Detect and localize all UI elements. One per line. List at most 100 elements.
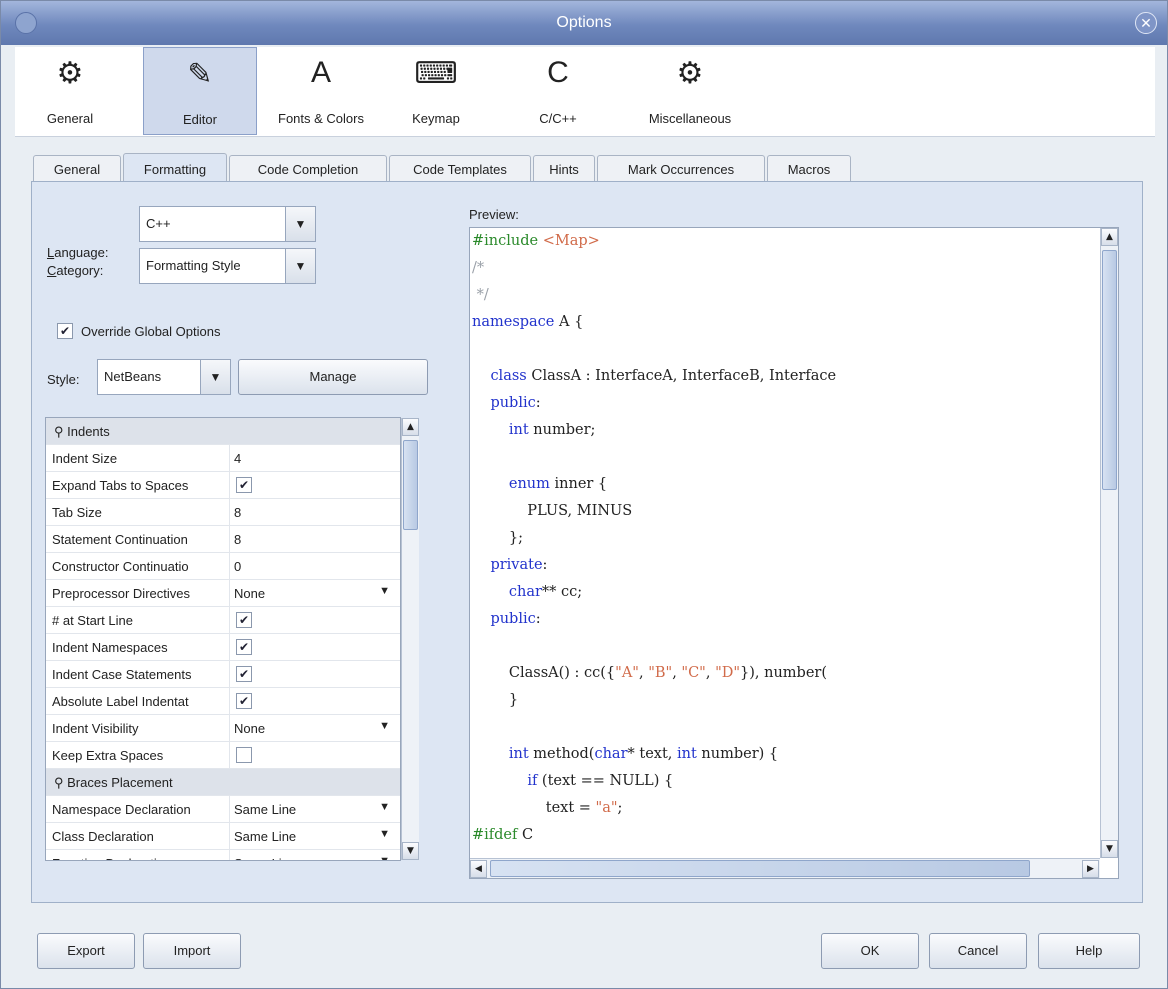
property-group-header[interactable]: ⚲ Indents bbox=[46, 418, 400, 445]
scroll-down-arrow[interactable]: ▼ bbox=[1101, 840, 1118, 858]
scroll-up-arrow[interactable]: ▲ bbox=[1101, 228, 1118, 246]
property-name: Tab Size bbox=[52, 505, 102, 520]
tab-code-completion[interactable]: Code Completion bbox=[229, 155, 387, 183]
property-row: Expand Tabs to Spaces ✔ bbox=[46, 472, 400, 499]
property-checkbox[interactable] bbox=[236, 747, 252, 763]
property-row: Absolute Label Indentat ✔ bbox=[46, 688, 400, 715]
property-value[interactable]: ✔ bbox=[229, 661, 400, 688]
chevron-down-icon[interactable]: ▼ bbox=[379, 585, 390, 597]
property-checkbox[interactable]: ✔ bbox=[236, 477, 252, 493]
code-line: ClassA() : cc({"A", "B", "C", "D"}), num… bbox=[472, 665, 828, 681]
property-value-text: None bbox=[234, 721, 266, 736]
scroll-up-arrow[interactable]: ▲ bbox=[402, 418, 419, 436]
property-row: Namespace Declaration Same Line ▼ bbox=[46, 796, 400, 823]
manage-button[interactable]: Manage bbox=[238, 359, 428, 395]
import-button[interactable]: Import bbox=[143, 933, 241, 969]
property-row: Preprocessor Directives None ▼ bbox=[46, 580, 400, 607]
h-scroll-thumb[interactable] bbox=[490, 860, 1030, 877]
property-value[interactable]: ✔ bbox=[229, 634, 400, 661]
category-general[interactable]: ⚙ General bbox=[23, 47, 117, 135]
group-label: ⚲ Braces Placement bbox=[54, 775, 173, 790]
property-name: Function Declaration bbox=[52, 856, 224, 860]
style-select[interactable]: NetBeans ▼ bbox=[97, 359, 231, 395]
scroll-down-arrow[interactable]: ▼ bbox=[402, 842, 419, 860]
chevron-down-icon: ▼ bbox=[285, 207, 315, 241]
property-value[interactable]: 0 bbox=[229, 553, 400, 580]
property-value[interactable]: Same Line ▼ bbox=[229, 796, 400, 823]
property-name: Statement Continuation bbox=[52, 532, 188, 547]
tab-formatting[interactable]: Formatting bbox=[123, 153, 227, 183]
category-label: Editor bbox=[183, 112, 217, 127]
property-value-text: Same Line bbox=[234, 802, 297, 817]
property-name: Namespace Declaration bbox=[52, 802, 191, 817]
category-editor[interactable]: ✎ Editor bbox=[143, 47, 257, 135]
property-value[interactable]: ✔ bbox=[229, 688, 400, 715]
preview-vscroll[interactable]: ▲ ▼ bbox=[1100, 228, 1118, 858]
category-c-c-[interactable]: C C/C++ bbox=[511, 47, 605, 135]
property-checkbox[interactable]: ✔ bbox=[236, 639, 252, 655]
property-value[interactable]: 8 bbox=[229, 526, 400, 553]
property-scrollbar[interactable]: ▲ ▼ bbox=[401, 418, 419, 860]
tab-mark-occurrences[interactable]: Mark Occurrences bbox=[597, 155, 765, 183]
scroll-left-arrow[interactable]: ◀ bbox=[470, 860, 487, 878]
tab-hints[interactable]: Hints bbox=[533, 155, 595, 183]
code-area: #include <Map> /* */ namespace A { class C… bbox=[470, 228, 1100, 858]
close-icon[interactable]: ✕ bbox=[1135, 12, 1157, 34]
code-line: int number; bbox=[508, 422, 596, 438]
style-value: NetBeans bbox=[104, 369, 162, 384]
chevron-down-icon: ▼ bbox=[200, 360, 230, 394]
code-line: */ bbox=[472, 287, 489, 303]
property-group-header[interactable]: ⚲ Braces Placement bbox=[46, 769, 400, 796]
property-value[interactable]: None ▼ bbox=[229, 715, 400, 742]
scroll-thumb[interactable] bbox=[1102, 250, 1117, 490]
property-name: Indent Size bbox=[52, 451, 118, 466]
property-value[interactable]: Same Line ▼ bbox=[229, 850, 400, 860]
property-name: Indent Namespaces bbox=[52, 640, 168, 655]
code-line: #include <Map> bbox=[472, 233, 600, 249]
category-toolbar: ⚙ General ✎ Editor A Fonts & Colors ⌨ Keymap C C/… bbox=[15, 47, 1155, 137]
property-value[interactable]: Same Line ▼ bbox=[229, 823, 400, 850]
property-name: Indent Visibility bbox=[52, 721, 139, 736]
category-select[interactable]: Formatting Style ▼ bbox=[139, 248, 316, 284]
ok-button[interactable]: OK bbox=[821, 933, 919, 969]
preview-hscroll[interactable]: ◀ ▶ bbox=[470, 858, 1100, 878]
scroll-right-arrow[interactable]: ▶ bbox=[1082, 860, 1099, 878]
property-name: Preprocessor Directives bbox=[52, 586, 190, 601]
property-value[interactable]: ✔ bbox=[229, 607, 400, 634]
category-keymap[interactable]: ⌨ Keymap bbox=[387, 47, 485, 135]
property-value[interactable] bbox=[229, 742, 400, 769]
chevron-down-icon[interactable]: ▼ bbox=[379, 801, 390, 813]
property-value[interactable]: ✔ bbox=[229, 472, 400, 499]
help-button[interactable]: Help bbox=[1038, 933, 1140, 969]
property-value-text: 4 bbox=[234, 451, 242, 466]
property-row: Indent Namespaces ✔ bbox=[46, 634, 400, 661]
tab-general[interactable]: General bbox=[33, 155, 121, 183]
scroll-thumb[interactable] bbox=[403, 440, 418, 530]
property-checkbox[interactable]: ✔ bbox=[236, 693, 252, 709]
cpp-logo-icon: C bbox=[547, 56, 569, 89]
property-value[interactable]: None ▼ bbox=[229, 580, 400, 607]
code-preview: #include <Map> /* */ namespace A { class C… bbox=[469, 227, 1119, 879]
property-checkbox[interactable]: ✔ bbox=[236, 666, 252, 682]
code-line: namespace A { bbox=[472, 314, 584, 330]
property-value[interactable]: 4 bbox=[229, 445, 400, 472]
category-miscellaneous[interactable]: ⚙ Miscellaneous bbox=[625, 47, 755, 135]
chevron-down-icon[interactable]: ▼ bbox=[379, 828, 390, 840]
property-checkbox[interactable]: ✔ bbox=[236, 612, 252, 628]
property-name: Keep Extra Spaces bbox=[52, 748, 164, 763]
override-global-checkbox[interactable]: ✔ bbox=[57, 323, 73, 339]
property-value-text: Same Line bbox=[234, 856, 296, 860]
category-label: Category: bbox=[47, 263, 104, 278]
category-fonts-colors[interactable]: A Fonts & Colors bbox=[261, 47, 381, 135]
language-select[interactable]: C++ ▼ bbox=[139, 206, 316, 242]
chevron-down-icon[interactable]: ▼ bbox=[379, 855, 390, 860]
property-value-text: 8 bbox=[234, 532, 242, 547]
chevron-down-icon[interactable]: ▼ bbox=[379, 720, 390, 732]
cancel-button[interactable]: Cancel bbox=[929, 933, 1027, 969]
code-line: #ifdef C bbox=[472, 827, 534, 843]
export-button[interactable]: Export bbox=[37, 933, 135, 969]
options-dialog: Options ✕ ⚙ General ✎ Editor A Fonts & Colors… bbox=[0, 0, 1168, 989]
tab-macros[interactable]: Macros bbox=[767, 155, 851, 183]
tab-code-templates[interactable]: Code Templates bbox=[389, 155, 531, 183]
property-value[interactable]: 8 bbox=[229, 499, 400, 526]
